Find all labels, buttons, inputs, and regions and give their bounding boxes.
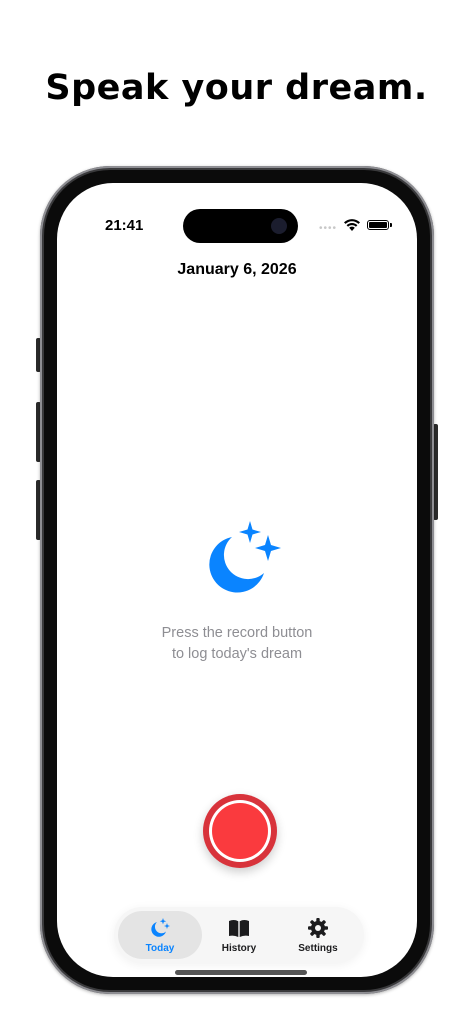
tab-history-label: History [221,943,257,954]
battery-icon [367,220,389,230]
tab-today[interactable]: Today [118,911,202,959]
wifi-icon [344,219,360,231]
status-time: 21:41 [105,217,144,234]
gear-icon [308,918,328,938]
marketing-headline: Speak your dream. [45,68,428,108]
current-date: January 6, 2026 [177,261,297,278]
book-icon [229,920,249,937]
tab-bar: Today History Settings [114,907,364,963]
empty-state-message: Press the record button to log today's d… [57,623,417,665]
empty-state-line-2: to log today's dream [171,646,303,662]
tab-settings[interactable]: Settings [276,911,360,959]
home-indicator[interactable] [175,970,307,975]
tab-today-label: Today [145,943,175,954]
phone-bezel: 21:41 •••• January 6, 2026 Press the rec… [44,170,430,990]
front-camera [271,218,287,234]
battery-tip [390,223,392,227]
phone-frame: 21:41 •••• January 6, 2026 Press the rec… [40,166,434,994]
cellular-signal-icon: •••• [319,223,338,234]
tab-history[interactable]: History [197,911,281,959]
empty-state-line-1: Press the record button [161,625,313,641]
dynamic-island [183,209,298,243]
app-screen: 21:41 •••• January 6, 2026 Press the rec… [57,183,417,977]
moon-stars-icon [151,918,170,937]
record-button[interactable] [203,794,277,868]
tab-settings-label: Settings [298,943,338,954]
record-button-core [212,803,268,859]
moon-stars-icon [209,521,281,593]
